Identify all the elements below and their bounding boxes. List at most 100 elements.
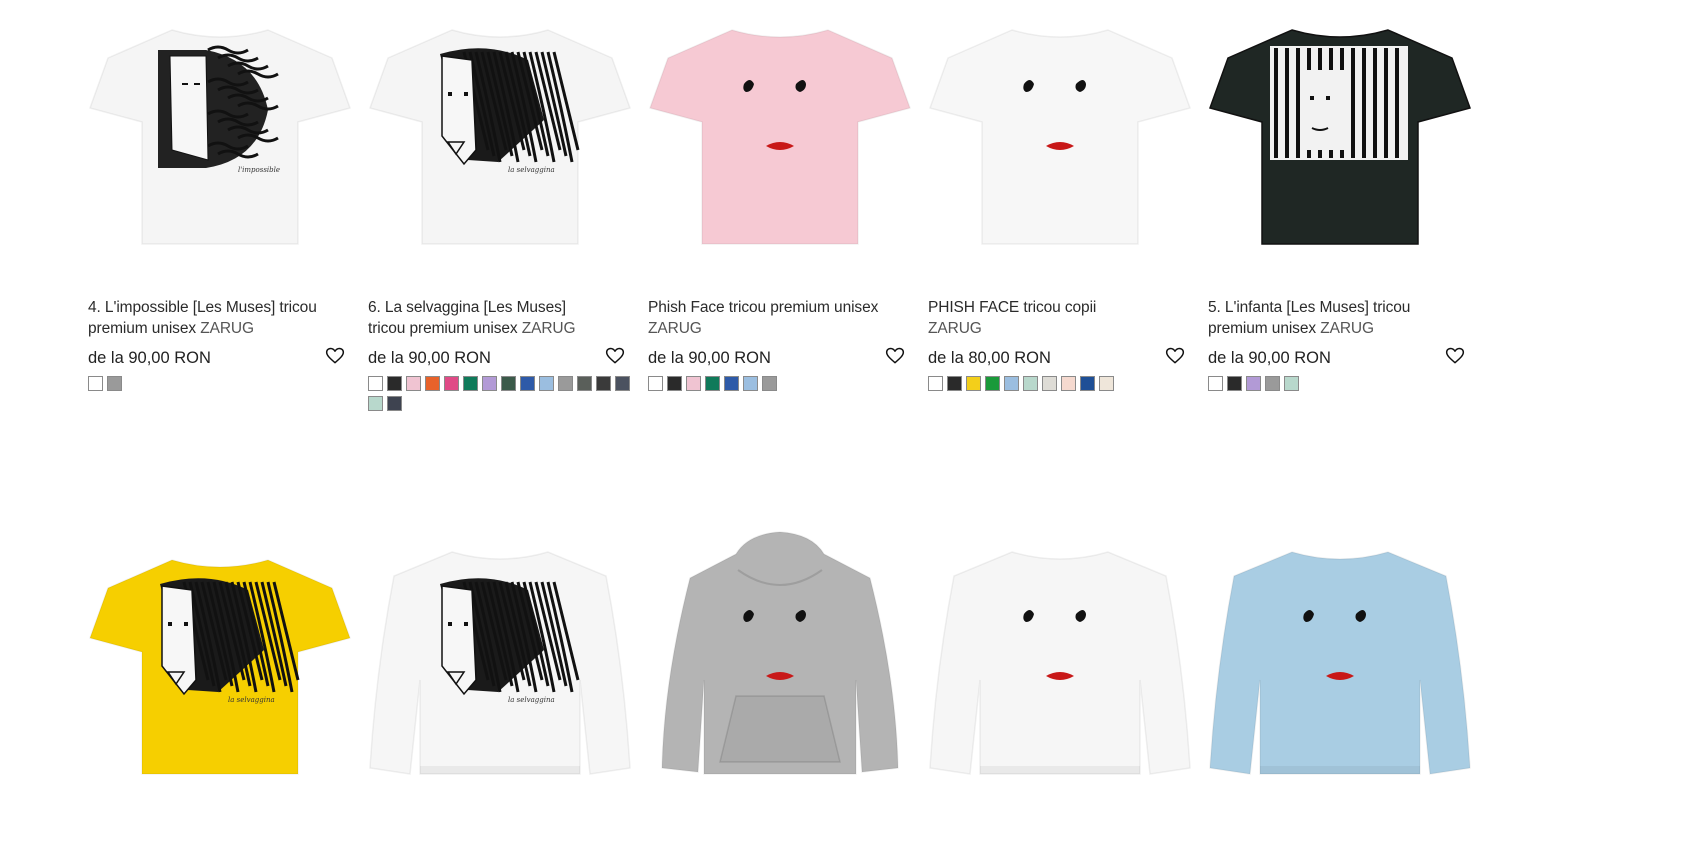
product-image[interactable] (1208, 0, 1473, 250)
product-title[interactable]: PHISH FACE tricou copii ZARUG (928, 297, 1138, 339)
color-swatch[interactable] (1061, 376, 1076, 391)
price-row: de la 90,00 RON (648, 346, 913, 370)
product-grid: l'impossible 4. L'impossible [Les Muses]… (0, 0, 1681, 850)
product-brand[interactable]: ZARUG (200, 320, 254, 337)
color-swatch[interactable] (1023, 376, 1038, 391)
color-swatch[interactable] (1227, 376, 1242, 391)
price-row: de la 90,00 RON (1208, 346, 1473, 370)
product-card[interactable]: Phish Face tricou premium unisex ZARUG d… (648, 0, 913, 420)
color-swatch[interactable] (107, 376, 122, 391)
color-swatch[interactable] (648, 376, 663, 391)
color-swatch[interactable] (368, 396, 383, 411)
color-swatch[interactable] (425, 376, 440, 391)
color-swatch[interactable] (501, 376, 516, 391)
product-image[interactable]: la selvaggina (368, 530, 633, 780)
price-row: de la 90,00 RON (88, 346, 353, 370)
svg-text:la selvaggina: la selvaggina (508, 696, 555, 704)
color-swatch[interactable] (1265, 376, 1280, 391)
color-swatch[interactable] (1284, 376, 1299, 391)
heart-icon[interactable] (605, 346, 625, 366)
color-swatches (1208, 376, 1478, 391)
product-brand[interactable]: ZARUG (522, 320, 576, 337)
price-row: de la 80,00 RON (928, 346, 1193, 370)
product-info: 5. L'infanta [Les Muses] tricou premium … (1208, 297, 1473, 391)
product-info: Phish Face tricou premium unisex ZARUG d… (648, 297, 913, 391)
color-swatches (648, 376, 918, 391)
product-image[interactable]: la selvaggina (88, 530, 353, 780)
product-price: de la 80,00 RON (928, 349, 1051, 367)
color-swatch[interactable] (539, 376, 554, 391)
product-title[interactable]: 6. La selvaggina [Les Muses] tricou prem… (368, 297, 603, 339)
color-swatch[interactable] (1004, 376, 1019, 391)
color-swatch[interactable] (577, 376, 592, 391)
color-swatch[interactable] (482, 376, 497, 391)
product-info: 6. La selvaggina [Les Muses] tricou prem… (368, 297, 633, 411)
heart-icon[interactable] (1165, 346, 1185, 366)
color-swatch[interactable] (596, 376, 611, 391)
product-title[interactable]: Phish Face tricou premium unisex ZARUG (648, 297, 883, 339)
color-swatch[interactable] (966, 376, 981, 391)
product-title[interactable]: 5. L'infanta [Les Muses] tricou premium … (1208, 297, 1443, 339)
product-card[interactable] (1208, 530, 1473, 810)
product-card[interactable]: la selvaggina (88, 530, 353, 810)
product-card[interactable] (928, 530, 1193, 810)
color-swatch[interactable] (444, 376, 459, 391)
color-swatch[interactable] (705, 376, 720, 391)
product-brand[interactable]: ZARUG (648, 320, 702, 337)
product-image[interactable]: l'impossible (88, 0, 353, 250)
heart-icon[interactable] (325, 346, 345, 366)
product-card[interactable]: 5. L'infanta [Les Muses] tricou premium … (1208, 0, 1473, 420)
heart-icon[interactable] (885, 346, 905, 366)
svg-text:l'impossible: l'impossible (238, 166, 280, 174)
product-title[interactable]: 4. L'impossible [Les Muses] tricou premi… (88, 297, 323, 339)
product-card[interactable]: la selvaggina 6. La selvaggina [Les Muse… (368, 0, 633, 420)
color-swatch[interactable] (88, 376, 103, 391)
product-card[interactable]: PHISH FACE tricou copii ZARUG de la 80,0… (928, 0, 1193, 420)
color-swatch[interactable] (520, 376, 535, 391)
color-swatch[interactable] (387, 396, 402, 411)
product-brand[interactable]: ZARUG (1320, 320, 1374, 337)
product-image[interactable] (928, 0, 1193, 250)
svg-text:la selvaggina: la selvaggina (228, 696, 275, 704)
product-image[interactable] (648, 530, 913, 780)
price-row: de la 90,00 RON (368, 346, 633, 370)
product-price: de la 90,00 RON (1208, 349, 1331, 367)
color-swatch[interactable] (1080, 376, 1095, 391)
color-swatch[interactable] (686, 376, 701, 391)
color-swatches (368, 376, 638, 411)
product-image[interactable] (928, 530, 1193, 780)
product-image[interactable]: la selvaggina (368, 0, 633, 250)
product-card[interactable]: la selvaggina (368, 530, 633, 810)
color-swatch[interactable] (368, 376, 383, 391)
color-swatch[interactable] (558, 376, 573, 391)
color-swatches (88, 376, 358, 391)
product-image[interactable] (1208, 530, 1473, 780)
product-price: de la 90,00 RON (648, 349, 771, 367)
color-swatch[interactable] (406, 376, 421, 391)
color-swatch[interactable] (1246, 376, 1261, 391)
product-price: de la 90,00 RON (368, 349, 491, 367)
product-card[interactable] (648, 530, 913, 810)
product-card[interactable]: l'impossible 4. L'impossible [Les Muses]… (88, 0, 353, 420)
product-brand[interactable]: ZARUG (928, 320, 982, 337)
product-image[interactable] (648, 0, 913, 250)
color-swatch[interactable] (1208, 376, 1223, 391)
svg-text:la selvaggina: la selvaggina (508, 166, 555, 174)
color-swatch[interactable] (667, 376, 682, 391)
color-swatch[interactable] (762, 376, 777, 391)
color-swatch[interactable] (463, 376, 478, 391)
color-swatch[interactable] (724, 376, 739, 391)
product-info: PHISH FACE tricou copii ZARUG de la 80,0… (928, 297, 1193, 391)
color-swatch[interactable] (928, 376, 943, 391)
product-info: 4. L'impossible [Les Muses] tricou premi… (88, 297, 353, 391)
color-swatch[interactable] (387, 376, 402, 391)
heart-icon[interactable] (1445, 346, 1465, 366)
color-swatch[interactable] (1099, 376, 1114, 391)
product-print (1270, 46, 1408, 160)
color-swatch[interactable] (743, 376, 758, 391)
product-price: de la 90,00 RON (88, 349, 211, 367)
color-swatch[interactable] (947, 376, 962, 391)
color-swatch[interactable] (615, 376, 630, 391)
color-swatch[interactable] (1042, 376, 1057, 391)
color-swatch[interactable] (985, 376, 1000, 391)
